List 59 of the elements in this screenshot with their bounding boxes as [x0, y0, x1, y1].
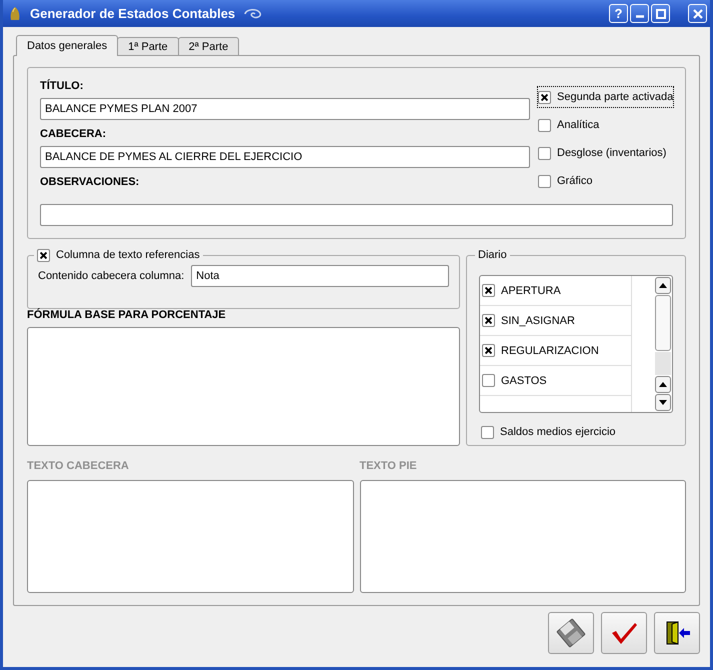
maximize-icon: [654, 8, 666, 20]
checkbox[interactable]: [538, 174, 551, 188]
checkbox[interactable]: [37, 248, 50, 262]
scrollbar[interactable]: [654, 276, 672, 412]
close-icon: [692, 8, 704, 20]
help-button[interactable]: ?: [609, 4, 628, 23]
checkbox-label: Saldos medios ejercicio: [500, 426, 616, 438]
exit-button[interactable]: [654, 612, 700, 654]
group-title: Diario: [478, 249, 507, 261]
checkbox-label: Desglose (inventarios): [557, 147, 666, 159]
field-label: TÍTULO:: [40, 80, 84, 92]
text-area[interactable]: [27, 480, 354, 593]
text-area[interactable]: [360, 480, 686, 593]
scroll-up-button[interactable]: [655, 277, 671, 294]
acorn-icon: [8, 6, 22, 22]
checkbox[interactable]: [482, 314, 495, 327]
window-title: Generador de Estados Contables: [30, 6, 236, 21]
accept-button[interactable]: [601, 612, 647, 654]
list-item[interactable]: APERTURA: [480, 276, 631, 306]
text-area[interactable]: [27, 327, 460, 446]
checkbox[interactable]: [481, 426, 494, 438]
minimize-button[interactable]: [630, 4, 649, 23]
text-field[interactable]: BALANCE DE PYMES AL CIERRE DEL EJERCICIO: [40, 146, 530, 168]
field-label: TEXTO CABECERA: [27, 460, 130, 472]
up-arrow-icon: [659, 382, 667, 387]
text-field[interactable]: BALANCE PYMES PLAN 2007: [40, 98, 530, 120]
text-field[interactable]: Nota: [191, 265, 449, 287]
tab[interactable]: 2ª Parte: [178, 37, 240, 55]
checkbox[interactable]: [538, 118, 551, 132]
group-title: Columna de texto referencias: [56, 249, 200, 261]
tab[interactable]: Datos generales: [16, 35, 118, 56]
field-label: TEXTO PIE: [360, 460, 418, 472]
list-item[interactable]: GASTOS: [480, 366, 631, 396]
text-field[interactable]: [40, 204, 673, 226]
checkbox-label: Segunda parte activada: [557, 91, 674, 103]
field-label: CABECERA:: [40, 128, 107, 140]
up-arrow-icon: [659, 283, 667, 288]
close-button[interactable]: [688, 4, 707, 23]
list-item[interactable]: SIN_ASIGNAR: [480, 306, 631, 336]
swirl-icon: [243, 6, 264, 20]
field-label: Contenido cabecera columna:: [38, 270, 184, 282]
scroll-thumb[interactable]: [655, 295, 671, 351]
minimize-icon: [636, 15, 644, 18]
down-arrow-icon: [659, 400, 667, 405]
save-button[interactable]: [548, 612, 594, 654]
field-label: FÓRMULA BASE PARA PORCENTAJE: [27, 309, 227, 321]
field-label: OBSERVACIONES:: [40, 176, 140, 188]
scroll-up-button[interactable]: [655, 376, 671, 393]
checkbox[interactable]: [482, 374, 495, 387]
list-item[interactable]: REGULARIZACION: [480, 336, 631, 366]
checkbox-label: Analítica: [557, 119, 600, 131]
checkbox-label: Gráfico: [557, 175, 592, 187]
maximize-button[interactable]: [651, 4, 670, 23]
checkbox[interactable]: [482, 284, 495, 297]
tab[interactable]: 1ª Parte: [117, 37, 179, 55]
checkbox[interactable]: [538, 146, 551, 160]
checkbox[interactable]: [538, 90, 551, 104]
scroll-down-button[interactable]: [655, 394, 671, 411]
checkbox[interactable]: [482, 344, 495, 357]
